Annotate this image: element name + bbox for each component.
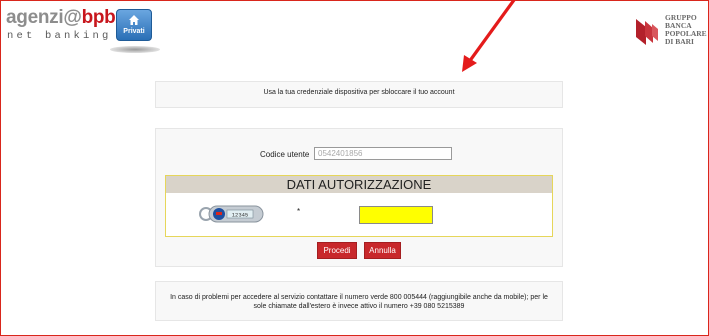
proceed-button[interactable]: Procedi	[317, 242, 357, 259]
otp-input[interactable]	[359, 206, 433, 224]
user-code-label: Codice utente	[260, 150, 310, 159]
privati-badge[interactable]: Privati	[116, 9, 152, 41]
user-code-field[interactable]	[314, 147, 452, 160]
privati-label: Privati	[123, 28, 145, 35]
logo-shadow	[110, 46, 160, 53]
help-info-box: In caso di problemi per accedere al serv…	[155, 281, 563, 321]
house-icon	[129, 15, 139, 25]
bank-name-line: DI BARI	[665, 37, 694, 46]
agenzi-bpb-logo[interactable]: agenzi@bpb net banking Privati	[6, 7, 160, 53]
unlock-message: Usa la tua credenziale dispositiva per s…	[263, 89, 455, 96]
required-marker: *	[297, 207, 301, 216]
svg-text:12345: 12345	[232, 212, 249, 219]
logo-brand: bpb	[81, 7, 116, 28]
help-info-text: In caso di problemi per accedere al serv…	[170, 294, 548, 310]
unlock-message-box: Usa la tua credenziale dispositiva per s…	[155, 81, 563, 108]
authorization-panel: DATI AUTORIZZAZIONE 12345 *	[165, 175, 553, 237]
otp-token-icon: 12345	[199, 205, 264, 223]
bpb-flag-icon	[636, 19, 658, 45]
bank-logo: GRUPPO BANCA POPOLARE DI BARI	[634, 14, 707, 56]
panel-title: DATI AUTORIZZAZIONE	[166, 176, 552, 193]
red-arrow-icon	[462, 0, 516, 72]
cancel-button[interactable]: Annulla	[364, 242, 401, 259]
logo-subtitle: net banking	[7, 30, 112, 42]
logo-text: agenzi@	[6, 7, 82, 28]
bank-name: GRUPPO BANCA POPOLARE DI BARI	[665, 14, 707, 46]
